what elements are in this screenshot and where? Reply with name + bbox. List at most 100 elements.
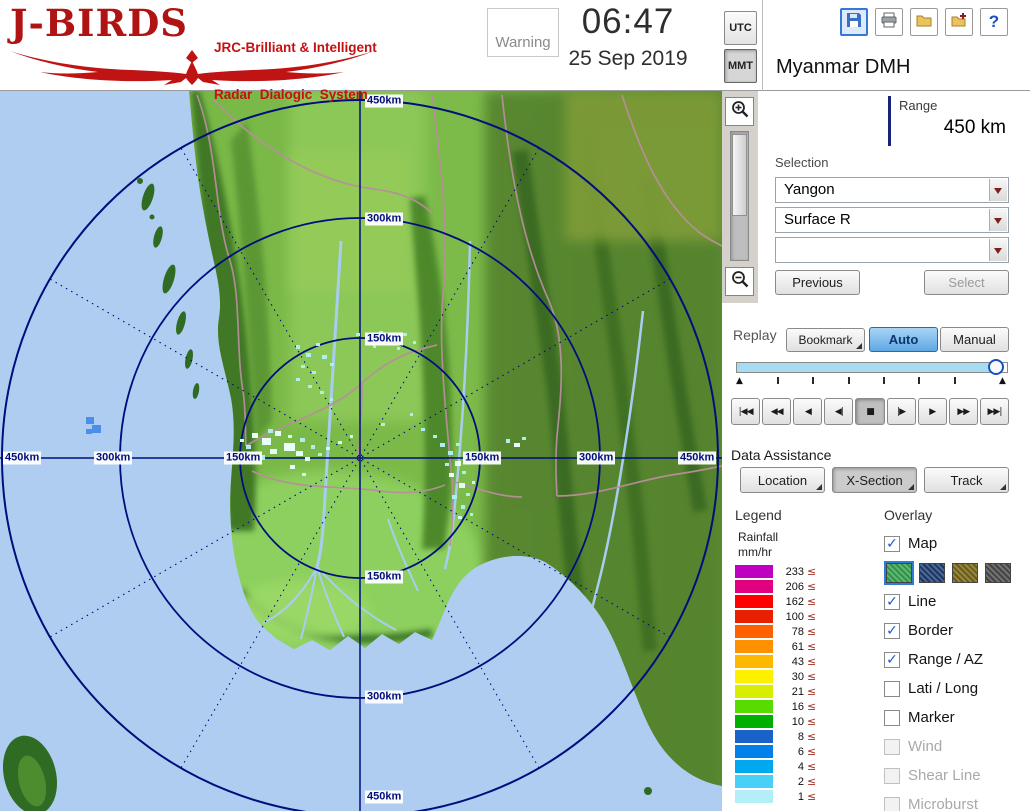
- bookmark-button[interactable]: Bookmark: [786, 328, 865, 352]
- legend-value: 21: [791, 685, 804, 698]
- warning-label: Warning: [495, 34, 551, 51]
- overlay-item-marker[interactable]: Marker: [884, 703, 1030, 732]
- map-color-swatch[interactable]: [952, 562, 978, 583]
- replay-timeline-slider[interactable]: [736, 359, 1008, 375]
- playback-step-back-button[interactable]: ◀: [793, 398, 823, 425]
- range-label: 300km: [365, 690, 404, 704]
- map-color-swatch[interactable]: [985, 562, 1011, 583]
- data-assistance-label: Data Assistance: [731, 447, 832, 463]
- legend-le-symbol: ≤: [807, 655, 817, 668]
- replay-label: Replay: [733, 327, 777, 343]
- dropdown-arrow-icon[interactable]: [989, 209, 1007, 231]
- import-button[interactable]: [945, 8, 973, 36]
- playback-frame-forward-button[interactable]: |▶: [886, 398, 916, 425]
- playback-fast-forward-button[interactable]: ▶▶: [948, 398, 978, 425]
- timeline-fill: [737, 363, 997, 372]
- track-button[interactable]: Track: [924, 467, 1009, 493]
- legend-row: 10 ≤: [735, 714, 816, 729]
- timeline-markers: ▲ ▲: [736, 376, 1008, 386]
- overlay-item-line[interactable]: ✓ Line: [884, 587, 1030, 616]
- playback-skip-to-end-button[interactable]: ▶▶|: [979, 398, 1009, 425]
- print-button[interactable]: [875, 8, 903, 36]
- open-file-button[interactable]: [910, 8, 938, 36]
- playback-fast-rewind-button[interactable]: ◀◀: [762, 398, 792, 425]
- checkbox[interactable]: ✓: [884, 535, 900, 552]
- legend-color-chip: [735, 595, 773, 608]
- range-value: 450 km: [943, 117, 1006, 138]
- warning-indicator[interactable]: Warning: [487, 8, 559, 57]
- overlay-item-map[interactable]: ✓ Map: [884, 529, 1030, 558]
- manual-button[interactable]: Manual: [940, 327, 1009, 352]
- overlay-item-border[interactable]: ✓ Border: [884, 616, 1030, 645]
- clock-time: 06:47: [581, 2, 675, 41]
- help-button[interactable]: ?: [980, 8, 1008, 36]
- overlay-label: Wind: [908, 738, 943, 755]
- map-color-swatch[interactable]: [884, 560, 914, 585]
- zoom-out-button[interactable]: [725, 267, 754, 296]
- legend-le-symbol: ≤: [807, 610, 817, 623]
- checkbox[interactable]: ✓: [884, 622, 900, 639]
- dropdown-arrow-icon[interactable]: [989, 179, 1007, 201]
- checkbox[interactable]: ✓: [884, 593, 900, 610]
- legend-color-chip: [735, 730, 773, 743]
- radar-map[interactable]: 450km 300km 150km 150km 300km 450km 450km 300km…: [0, 91, 722, 811]
- auto-button[interactable]: Auto: [869, 327, 938, 352]
- playback-frame-back-button[interactable]: ◀|: [824, 398, 854, 425]
- utc-button[interactable]: UTC: [724, 11, 757, 45]
- range-label: 450km: [3, 451, 42, 465]
- zoom-in-button[interactable]: [725, 97, 754, 126]
- site-dropdown[interactable]: Yangon: [775, 177, 1009, 203]
- previous-button[interactable]: Previous: [775, 270, 860, 295]
- timeline-thumb[interactable]: [988, 359, 1005, 375]
- station-title: Myanmar DMH: [776, 56, 911, 78]
- help-icon: ?: [988, 12, 1000, 31]
- legend-value: 162: [785, 595, 804, 608]
- playback-stop-button[interactable]: ■: [855, 398, 885, 425]
- zoom-slider[interactable]: [730, 131, 749, 261]
- product-dropdown[interactable]: Surface R: [775, 207, 1009, 233]
- range-label: 450km: [365, 790, 404, 804]
- overlay-title: Overlay: [884, 507, 933, 523]
- x-section-button[interactable]: X-Section: [832, 467, 917, 493]
- overlay-label: Lati / Long: [908, 680, 979, 697]
- range-label: 150km: [224, 451, 263, 465]
- overlay-item-range-az[interactable]: ✓ Range / AZ: [884, 645, 1030, 674]
- overlay-item-lati-long[interactable]: Lati / Long: [884, 674, 1030, 703]
- import-icon: [950, 11, 968, 34]
- checkbox[interactable]: [884, 680, 900, 697]
- timeline-tick: [847, 377, 850, 384]
- extra-dropdown[interactable]: [775, 237, 1009, 263]
- legend-color-chip: [735, 625, 773, 638]
- legend-color-chip: [735, 775, 773, 788]
- mmt-button[interactable]: MMT: [724, 49, 757, 83]
- overlay-label: Range / AZ: [908, 651, 984, 668]
- legend-row: 16 ≤: [735, 699, 816, 714]
- legend-unit-line1: Rainfall: [738, 530, 779, 544]
- checkbox[interactable]: [884, 709, 900, 726]
- overlay-item-microburst: Microburst: [884, 790, 1030, 811]
- dropdown-arrow-icon[interactable]: [989, 239, 1007, 261]
- location-button[interactable]: Location: [740, 467, 825, 493]
- save-button[interactable]: [840, 8, 868, 36]
- legend-le-symbol: ≤: [807, 790, 817, 803]
- legend-row: 4 ≤: [735, 759, 816, 774]
- clock: 06:47 25 Sep 2019: [552, 2, 704, 71]
- legend-color-chip: [735, 610, 773, 623]
- playback-skip-to-start-button[interactable]: |◀◀: [731, 398, 761, 425]
- zoom-out-icon: [730, 269, 750, 294]
- legend-le-symbol: ≤: [807, 730, 817, 743]
- checkbox[interactable]: ✓: [884, 651, 900, 668]
- save-icon: [845, 11, 863, 34]
- zoom-strip: [722, 91, 758, 303]
- legend-list: 233 ≤206 ≤162 ≤100 ≤78 ≤61 ≤43 ≤30 ≤21 ≤16 ≤10 ≤8 ≤6…: [735, 564, 816, 804]
- overlay-item-wind: Wind: [884, 732, 1030, 761]
- legend-row: 78 ≤: [735, 624, 816, 639]
- range-label: 450km: [678, 451, 717, 465]
- select-button[interactable]: Select: [924, 270, 1009, 295]
- map-color-swatch[interactable]: [919, 562, 945, 583]
- open-folder-icon: [915, 11, 933, 34]
- legend-value: 61: [791, 640, 804, 653]
- legend-le-symbol: ≤: [807, 700, 817, 713]
- playback-play-button[interactable]: ▶: [917, 398, 947, 425]
- zoom-slider-thumb[interactable]: [732, 134, 747, 216]
